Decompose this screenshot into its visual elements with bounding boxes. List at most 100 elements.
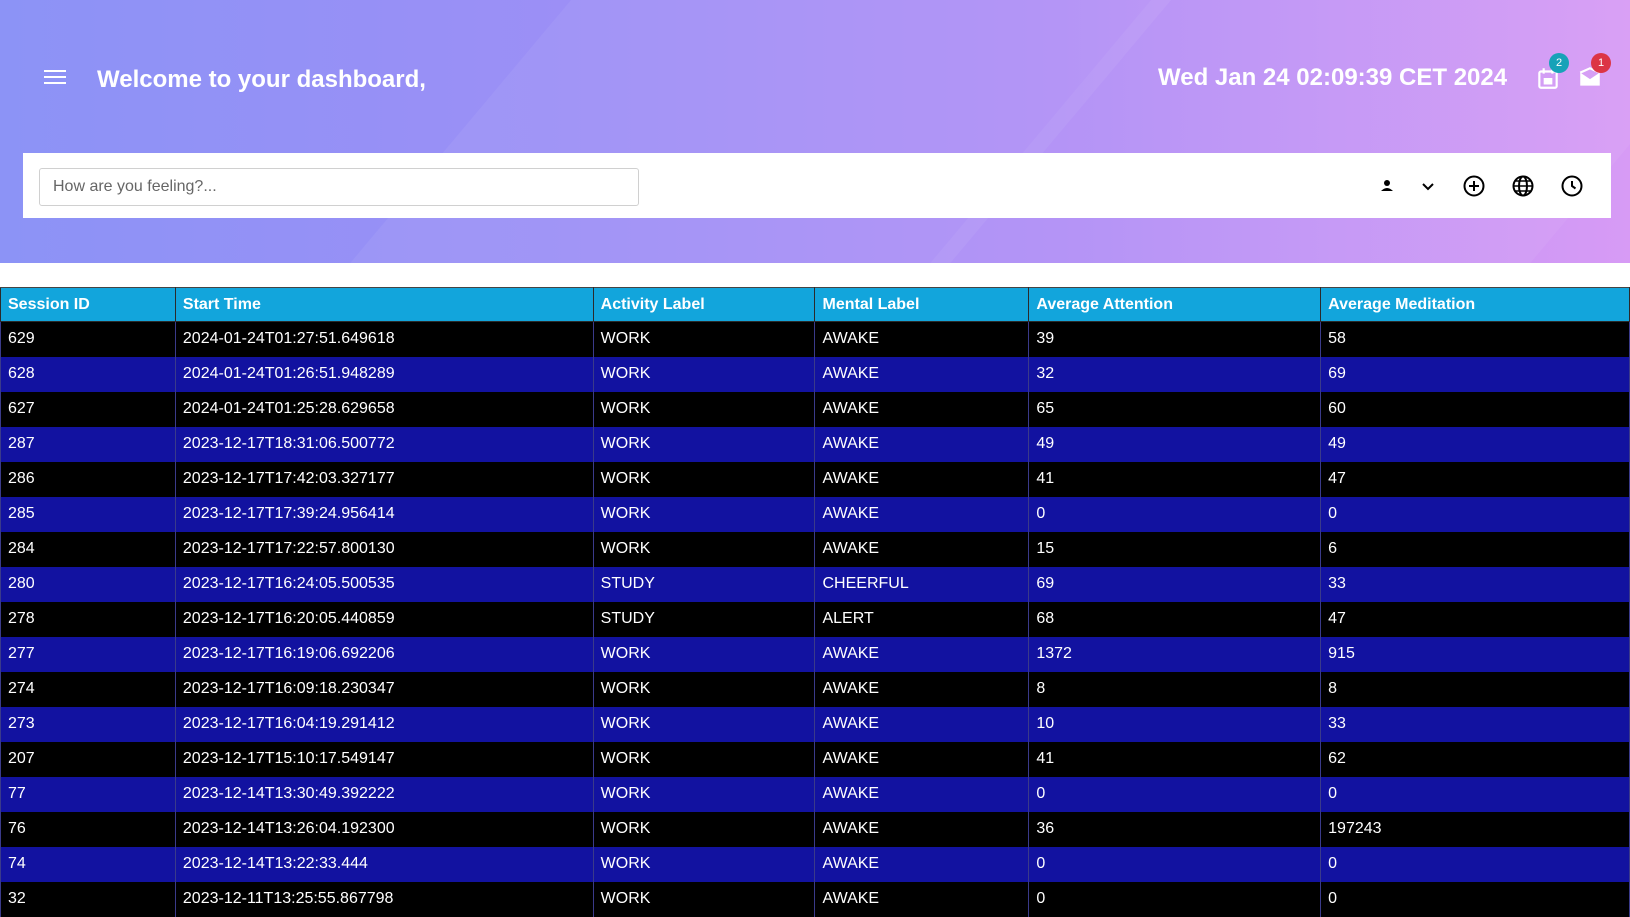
cell-average-meditation: 62	[1320, 741, 1630, 777]
person-icon[interactable]	[1375, 174, 1399, 198]
cell-start-time: 2023-12-14T13:30:49.392222	[174, 776, 594, 812]
column-header-activity-label[interactable]: Activity Label	[592, 287, 816, 322]
cell-average-meditation: 915	[1320, 636, 1630, 672]
add-circle-icon[interactable]	[1462, 174, 1486, 198]
table-row[interactable]: 285 2023-12-17T17:39:24.956414 WORK AWAKE 0 0	[0, 496, 1630, 532]
cell-average-meditation: 6	[1320, 531, 1630, 567]
messages-button[interactable]: 1	[1577, 53, 1611, 91]
column-header-mental-label[interactable]: Mental Label	[814, 287, 1030, 322]
cell-session-id: 284	[0, 531, 176, 567]
cell-average-attention: 1372	[1028, 636, 1322, 672]
column-header-average-meditation[interactable]: Average Meditation	[1320, 287, 1630, 322]
cell-average-meditation: 33	[1320, 706, 1630, 742]
table-row[interactable]: 284 2023-12-17T17:22:57.800130 WORK AWAKE 15…	[0, 531, 1630, 567]
cell-activity-label: STUDY	[592, 601, 816, 637]
cell-average-meditation: 60	[1320, 391, 1630, 427]
cell-session-id: 76	[0, 811, 176, 847]
cell-start-time: 2023-12-17T16:24:05.500535	[174, 566, 594, 602]
table-row[interactable]: 273 2023-12-17T16:04:19.291412 WORK AWAKE 10…	[0, 706, 1630, 742]
cell-average-attention: 0	[1028, 776, 1322, 812]
cell-start-time: 2023-12-17T16:09:18.230347	[174, 671, 594, 707]
cell-start-time: 2023-12-17T16:20:05.440859	[174, 601, 594, 637]
cell-average-attention: 65	[1028, 391, 1322, 427]
cell-average-meditation: 47	[1320, 601, 1630, 637]
cell-activity-label: WORK	[592, 811, 816, 847]
cell-session-id: 628	[0, 356, 176, 392]
cell-activity-label: WORK	[592, 636, 816, 672]
feeling-input[interactable]	[39, 168, 639, 206]
toolbar	[23, 153, 1611, 218]
table-row[interactable]: 32 2023-12-11T13:25:55.867798 WORK AWAKE 0 0	[0, 881, 1630, 917]
table-row[interactable]: 629 2024-01-24T01:27:51.649618 WORK AWAKE 39…	[0, 321, 1630, 357]
dashboard-header: Welcome to your dashboard, Wed Jan 24 02…	[0, 0, 1630, 263]
column-header-average-attention[interactable]: Average Attention	[1028, 287, 1322, 322]
cell-mental-label: AWAKE	[814, 356, 1030, 392]
cell-average-attention: 36	[1028, 811, 1322, 847]
cell-activity-label: WORK	[592, 741, 816, 777]
table-row[interactable]: 280 2023-12-17T16:24:05.500535 STUDY CHEERF…	[0, 566, 1630, 602]
cell-start-time: 2023-12-17T17:39:24.956414	[174, 496, 594, 532]
table-row[interactable]: 77 2023-12-14T13:30:49.392222 WORK AWAKE 0 0	[0, 776, 1630, 812]
cell-mental-label: AWAKE	[814, 846, 1030, 882]
cell-session-id: 207	[0, 741, 176, 777]
cell-start-time: 2023-12-17T17:42:03.327177	[174, 461, 594, 497]
table-row[interactable]: 287 2023-12-17T18:31:06.500772 WORK AWAKE 49…	[0, 426, 1630, 462]
cell-average-meditation: 197243	[1320, 811, 1630, 847]
table-row[interactable]: 286 2023-12-17T17:42:03.327177 WORK AWAKE 41…	[0, 461, 1630, 497]
cell-average-attention: 41	[1028, 741, 1322, 777]
column-header-start-time[interactable]: Start Time	[174, 287, 594, 322]
cell-session-id: 273	[0, 706, 176, 742]
cell-start-time: 2023-12-17T17:22:57.800130	[174, 531, 594, 567]
cell-session-id: 285	[0, 496, 176, 532]
table-header-row: Session ID Start Time Activity Label Men…	[0, 287, 1630, 322]
globe-icon[interactable]	[1511, 174, 1535, 198]
cell-start-time: 2023-12-11T13:25:55.867798	[174, 881, 594, 917]
hamburger-menu-icon[interactable]	[44, 70, 66, 90]
cell-average-meditation: 49	[1320, 426, 1630, 462]
table-row[interactable]: 274 2023-12-17T16:09:18.230347 WORK AWAKE 8 8	[0, 671, 1630, 707]
cell-session-id: 278	[0, 601, 176, 637]
cell-average-meditation: 0	[1320, 881, 1630, 917]
cell-session-id: 287	[0, 426, 176, 462]
cell-mental-label: AWAKE	[814, 776, 1030, 812]
table-row[interactable]: 277 2023-12-17T16:19:06.692206 WORK AWAKE 13…	[0, 636, 1630, 672]
column-header-session-id[interactable]: Session ID	[0, 287, 176, 322]
table-body: 629 2024-01-24T01:27:51.649618 WORK AWAKE 39…	[0, 321, 1630, 917]
table-row[interactable]: 628 2024-01-24T01:26:51.948289 WORK AWAKE 32…	[0, 356, 1630, 392]
cell-activity-label: WORK	[592, 531, 816, 567]
cell-activity-label: STUDY	[592, 566, 816, 602]
cell-mental-label: AWAKE	[814, 461, 1030, 497]
cell-activity-label: WORK	[592, 776, 816, 812]
cell-average-attention: 69	[1028, 566, 1322, 602]
cell-mental-label: AWAKE	[814, 496, 1030, 532]
cell-mental-label: AWAKE	[814, 706, 1030, 742]
cell-mental-label: ALERT	[814, 601, 1030, 637]
cell-mental-label: AWAKE	[814, 671, 1030, 707]
cell-average-meditation: 8	[1320, 671, 1630, 707]
welcome-title: Welcome to your dashboard,	[97, 66, 426, 93]
cell-mental-label: AWAKE	[814, 321, 1030, 357]
table-row[interactable]: 76 2023-12-14T13:26:04.192300 WORK AWAKE 36 1…	[0, 811, 1630, 847]
cell-mental-label: AWAKE	[814, 636, 1030, 672]
cell-session-id: 277	[0, 636, 176, 672]
table-row[interactable]: 207 2023-12-17T15:10:17.549147 WORK AWAKE 41…	[0, 741, 1630, 777]
cell-average-attention: 32	[1028, 356, 1322, 392]
chevron-down-icon[interactable]	[1416, 174, 1440, 198]
cell-average-attention: 0	[1028, 881, 1322, 917]
cell-session-id: 286	[0, 461, 176, 497]
table-row[interactable]: 278 2023-12-17T16:20:05.440859 STUDY ALERT 6…	[0, 601, 1630, 637]
cell-session-id: 77	[0, 776, 176, 812]
cell-start-time: 2023-12-17T16:19:06.692206	[174, 636, 594, 672]
table-row[interactable]: 74 2023-12-14T13:22:33.444 WORK AWAKE 0 0	[0, 846, 1630, 882]
clock-icon[interactable]	[1560, 174, 1584, 198]
cell-start-time: 2024-01-24T01:27:51.649618	[174, 321, 594, 357]
cell-start-time: 2023-12-17T18:31:06.500772	[174, 426, 594, 462]
messages-badge: 1	[1591, 53, 1611, 73]
cell-mental-label: AWAKE	[814, 741, 1030, 777]
cell-session-id: 629	[0, 321, 176, 357]
cell-start-time: 2023-12-14T13:22:33.444	[174, 846, 594, 882]
notifications-button[interactable]: 2	[1535, 53, 1569, 91]
table-row[interactable]: 627 2024-01-24T01:25:28.629658 WORK AWAKE 65…	[0, 391, 1630, 427]
cell-session-id: 74	[0, 846, 176, 882]
cell-start-time: 2023-12-17T16:04:19.291412	[174, 706, 594, 742]
